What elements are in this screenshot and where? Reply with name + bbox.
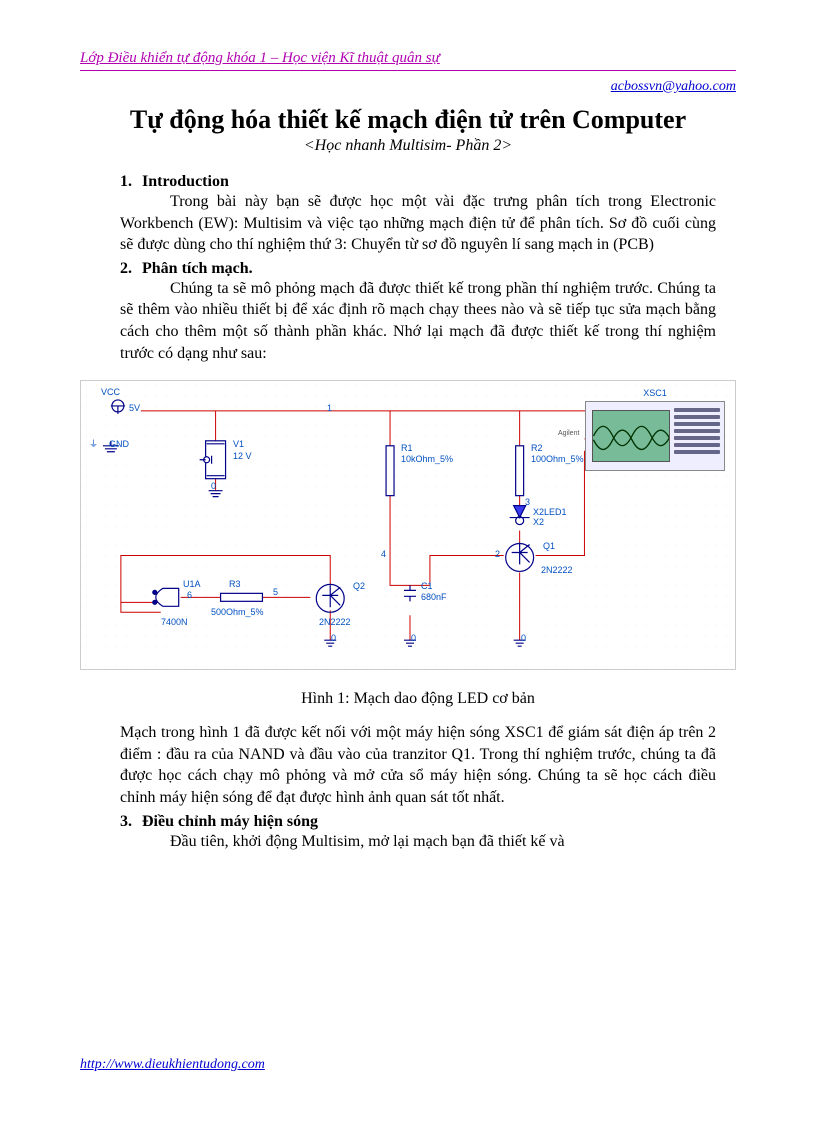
label-node0c: 0 xyxy=(411,633,416,643)
label-gnd-icon: ⏚ xyxy=(89,437,98,450)
label-vcc: VCC xyxy=(101,387,120,397)
label-node5: 5 xyxy=(273,587,278,597)
section-3-head: 3.Điều chỉnh máy hiện sóng xyxy=(120,813,716,831)
section-1-title: Introduction xyxy=(142,173,229,190)
label-r2v: 100Ohm_5% xyxy=(531,454,584,464)
label-12v: 12 V xyxy=(233,451,252,461)
label-u1a: U1A xyxy=(183,579,201,589)
label-v1: V1 xyxy=(233,439,244,449)
footer-link[interactable]: http://www.dieukhientudong.com xyxy=(80,1057,265,1073)
label-ledx: X2 xyxy=(533,517,544,527)
label-r2: R2 xyxy=(531,443,543,453)
para-after-figure: Mạch trong hình 1 đã được kết nối với mộ… xyxy=(120,722,716,808)
label-node4: 4 xyxy=(381,549,386,559)
oscilloscope-icon: XSC1 Agilent xyxy=(585,401,725,471)
label-r3v: 500Ohm_5% xyxy=(211,607,264,617)
section-2-head: 2.Phân tích mạch. xyxy=(120,260,716,278)
label-ic: 7400N xyxy=(161,617,188,627)
label-node0d: 0 xyxy=(521,633,526,643)
label-q2t: 2N2222 xyxy=(319,617,351,627)
header-course: Lớp Điều khiển tự động khóa 1 – Học viện… xyxy=(80,50,736,69)
scope-label: XSC1 xyxy=(643,388,667,398)
label-node3: 3 xyxy=(525,497,530,507)
label-r1: R1 xyxy=(401,443,413,453)
label-led: X2LED1 xyxy=(533,507,567,517)
contact-email[interactable]: acbossvn@yahoo.com xyxy=(80,79,736,95)
section-3-num: 3. xyxy=(120,813,142,831)
label-node0b: 0 xyxy=(331,633,336,643)
label-r1v: 10kOhm_5% xyxy=(401,454,453,464)
label-node1: 1 xyxy=(327,403,332,413)
label-c1v: 680nF xyxy=(421,592,447,602)
section-3-p1: Đầu tiên, khởi động Multisim, mở lại mạc… xyxy=(120,831,716,853)
section-1-num: 1. xyxy=(120,173,142,191)
page-title: Tự động hóa thiết kế mạch điện tử trên C… xyxy=(80,105,736,135)
label-node2: 2 xyxy=(495,549,500,559)
label-q1t: 2N2222 xyxy=(541,565,573,575)
section-1-head: 1.Introduction xyxy=(120,173,716,191)
label-5v: 5V xyxy=(129,403,140,413)
label-node0a: 0 xyxy=(211,481,216,491)
label-r3: R3 xyxy=(229,579,241,589)
page-subtitle: <Học nhanh Multisim- Phần 2> xyxy=(80,137,736,155)
label-c1: C1 xyxy=(421,581,433,591)
section-1-p1: Trong bài này bạn sẽ được học một vài đặ… xyxy=(120,191,716,256)
section-2-title: Phân tích mạch xyxy=(142,260,249,277)
figure-caption: Hình 1: Mạch dao động LED cơ bản xyxy=(120,690,716,708)
circuit-diagram: VCC 5V ⏚ GND V1 12 V 0 1 R1 10kOhm_5% R2… xyxy=(80,380,736,670)
header-rule xyxy=(80,70,736,71)
label-gnd: GND xyxy=(109,439,129,449)
scope-brand: Agilent xyxy=(558,430,579,437)
section-3-title: Điều chỉnh máy hiện sóng xyxy=(142,813,318,830)
section-2-p1: Chúng ta sẽ mô phỏng mạch đã được thiết … xyxy=(120,278,716,364)
section-2-dot: . xyxy=(249,260,253,277)
section-2-num: 2. xyxy=(120,260,142,278)
label-q1: Q1 xyxy=(543,541,555,551)
label-node6: 6 xyxy=(187,590,192,600)
label-q2: Q2 xyxy=(353,581,365,591)
